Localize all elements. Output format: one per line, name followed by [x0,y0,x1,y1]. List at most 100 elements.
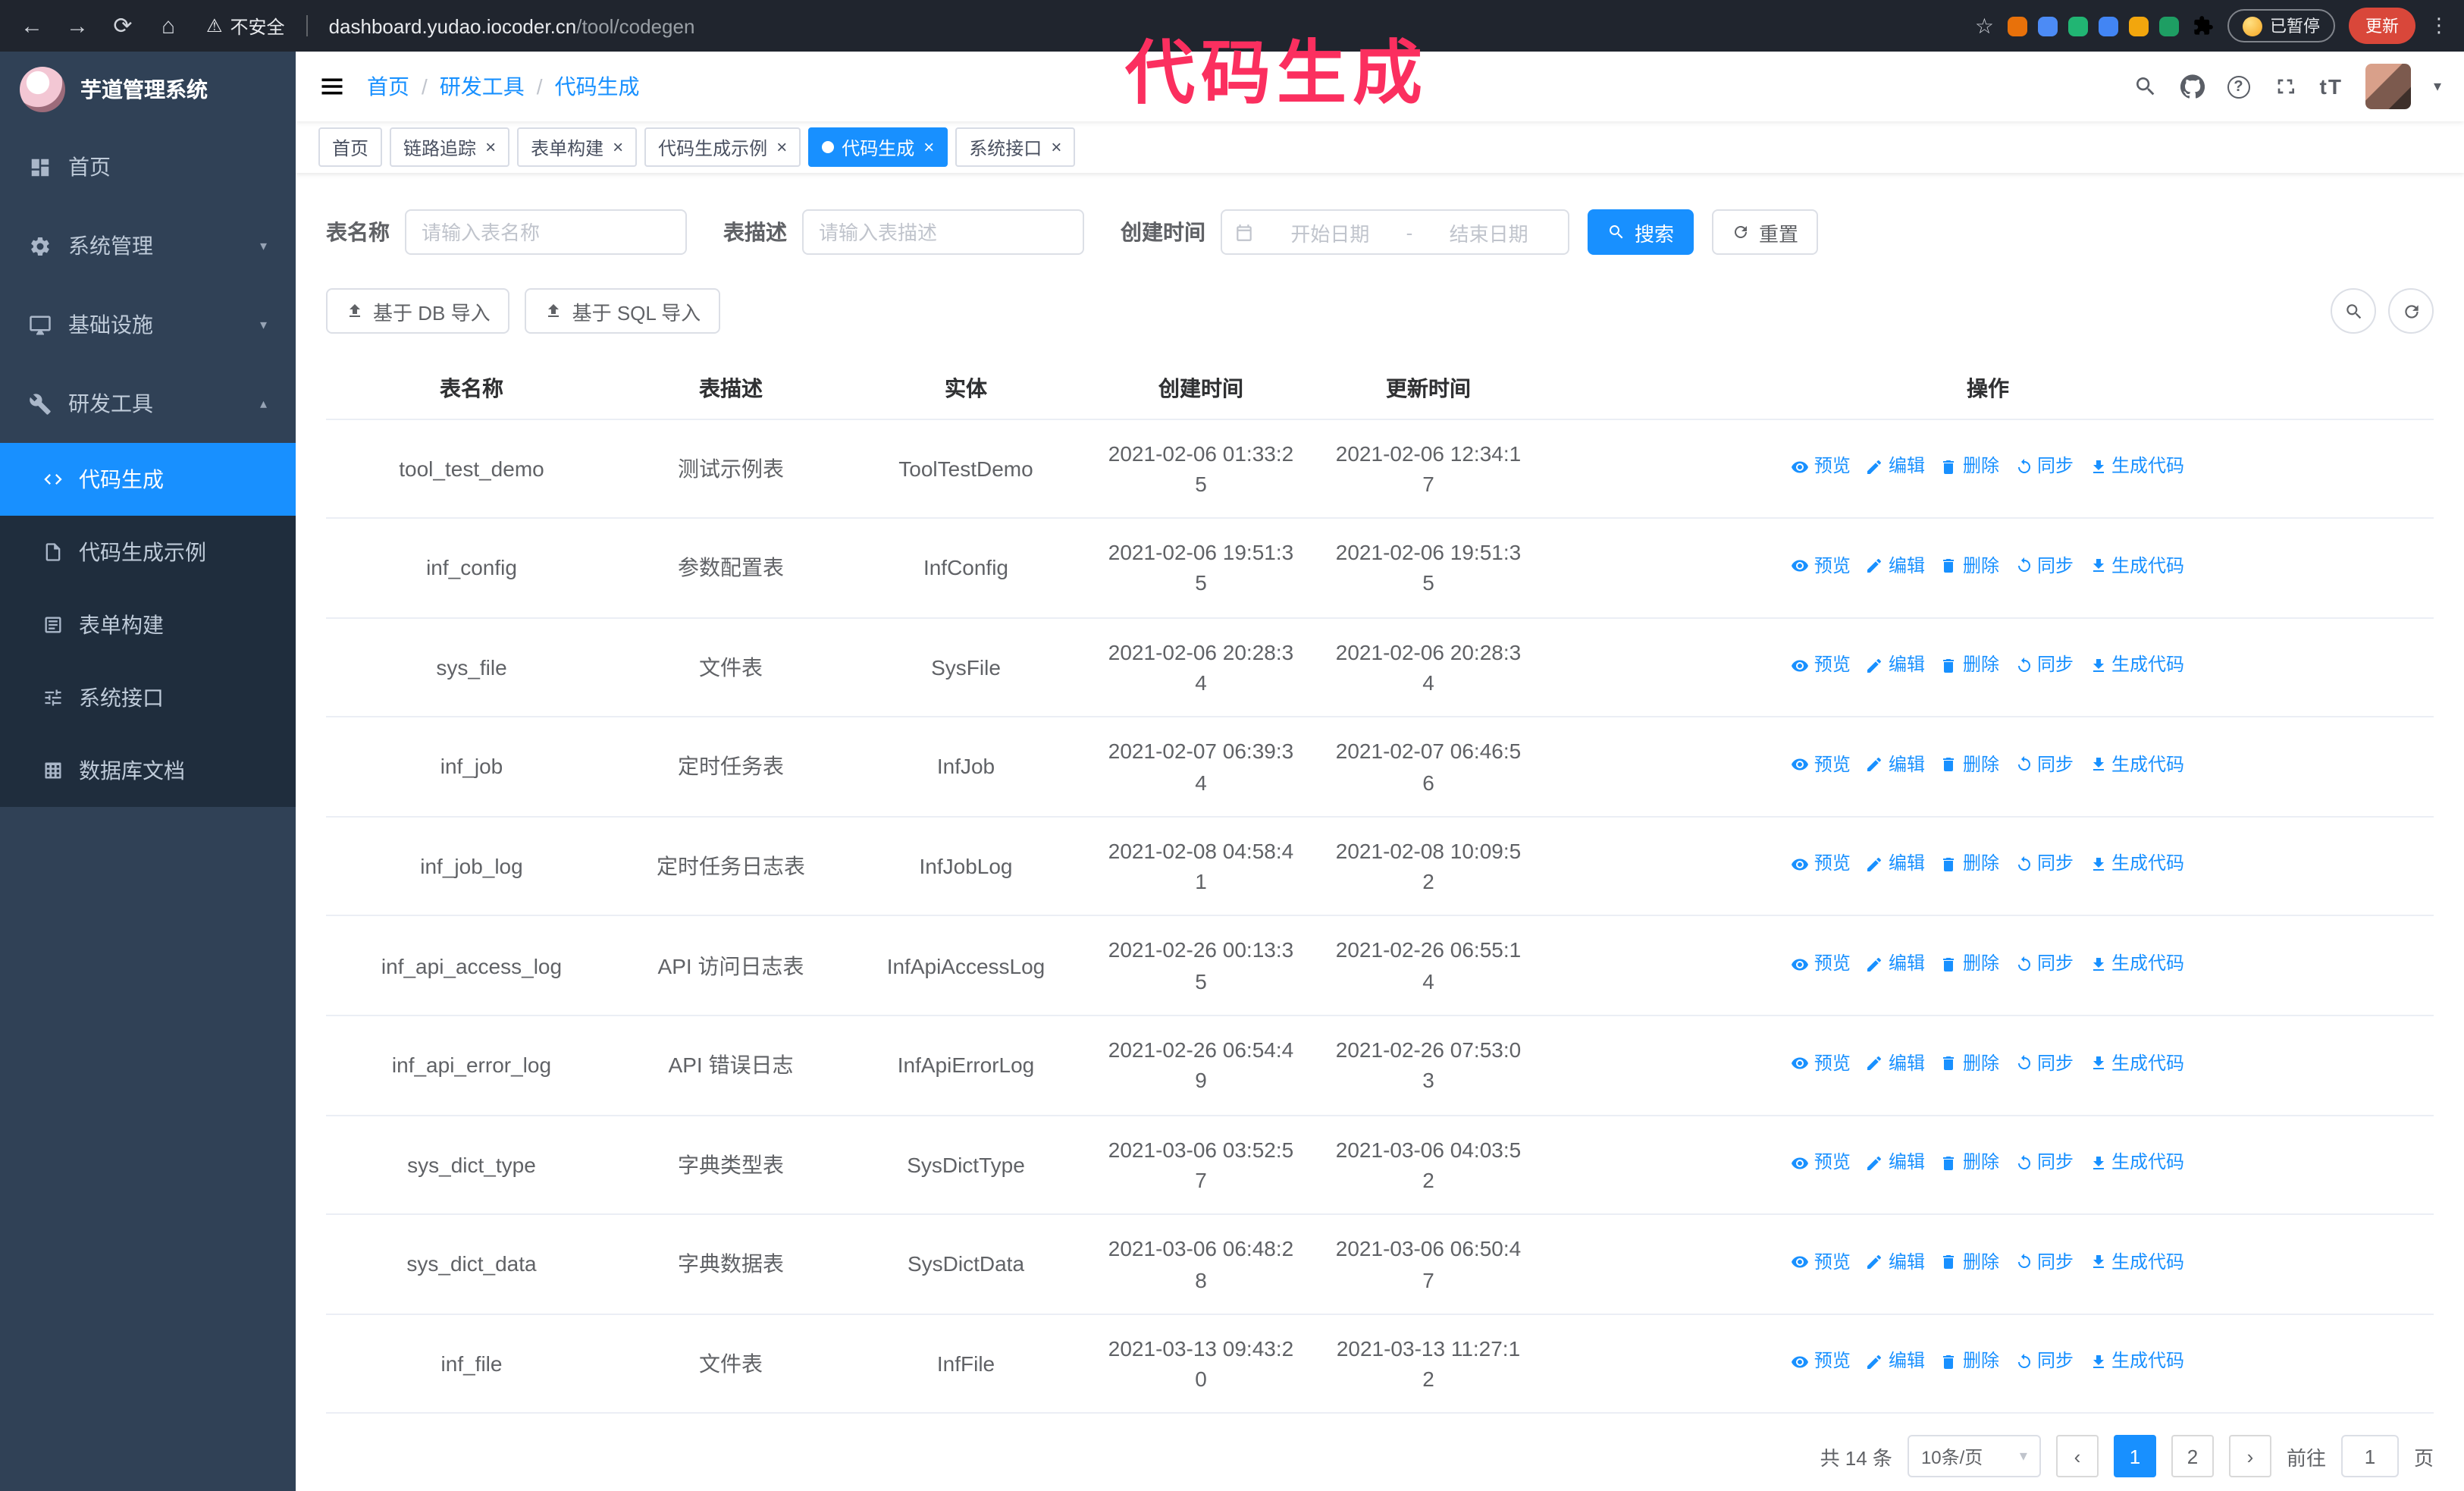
tag-系统接口[interactable]: 系统接口 × [955,127,1076,167]
extension-icon[interactable] [2008,16,2027,36]
action-delete-link[interactable]: 删除 [1940,454,1999,480]
action-edit-link[interactable]: 编辑 [1866,553,1925,579]
tag-代码生成示例[interactable]: 代码生成示例 × [644,127,801,167]
action-eye-link[interactable]: 预览 [1792,553,1851,579]
sidebar-toggle-icon[interactable] [318,73,346,100]
sidebar-item-home[interactable]: 首页 [0,127,296,206]
action-edit-link[interactable]: 编辑 [1866,1150,1925,1176]
sidebar-subitem-api[interactable]: 系统接口 [0,661,296,734]
action-download-link[interactable]: 生成代码 [2089,1349,2184,1376]
github-icon[interactable] [2180,74,2205,99]
sidebar-subitem-codegen[interactable]: 代码生成 [0,443,296,516]
home-icon[interactable]: ⌂ [152,9,185,42]
action-delete-link[interactable]: 删除 [1940,852,1999,878]
action-eye-link[interactable]: 预览 [1792,1249,1851,1276]
browser-menu-icon[interactable]: ⋮ [2429,14,2449,38]
sidebar-item-system[interactable]: 系统管理 ▾ [0,206,296,285]
font-size-icon[interactable]: tT [2320,74,2343,99]
action-delete-link[interactable]: 删除 [1940,1249,1999,1276]
close-icon[interactable]: × [1051,138,1061,156]
tag-首页[interactable]: 首页 [318,127,383,167]
close-icon[interactable]: × [485,138,496,156]
action-download-link[interactable]: 生成代码 [2089,1249,2184,1276]
forward-icon[interactable]: → [61,9,94,42]
action-eye-link[interactable]: 预览 [1792,951,1851,978]
sidebar-subitem-codegen-example[interactable]: 代码生成示例 [0,516,296,589]
page-size-select[interactable]: 10条/页 ▾ [1907,1435,2041,1478]
action-download-link[interactable]: 生成代码 [2089,553,2184,579]
action-delete-link[interactable]: 删除 [1940,951,1999,978]
browser-update-button[interactable]: 更新 [2349,8,2415,44]
tag-代码生成[interactable]: 代码生成 × [808,127,948,167]
action-download-link[interactable]: 生成代码 [2089,1050,2184,1077]
sidebar-subitem-form-builder[interactable]: 表单构建 [0,589,296,661]
prev-page-button[interactable]: ‹ [2055,1435,2099,1478]
close-icon[interactable]: × [613,138,623,156]
action-eye-link[interactable]: 预览 [1792,1349,1851,1376]
date-range-picker[interactable]: 开始日期 - 结束日期 [1221,209,1569,255]
user-avatar[interactable] [2365,64,2411,109]
security-chip[interactable]: ⚠ 不安全 [206,13,285,39]
action-eye-link[interactable]: 预览 [1792,752,1851,778]
sidebar-item-dev-tools[interactable]: 研发工具 ▴ [0,364,296,443]
action-edit-link[interactable]: 编辑 [1866,652,1925,679]
extension-icon[interactable] [2129,16,2149,36]
page-button-2[interactable]: 2 [2171,1435,2214,1478]
action-delete-link[interactable]: 删除 [1940,652,1999,679]
action-delete-link[interactable]: 删除 [1940,1150,1999,1176]
close-icon[interactable]: × [776,138,787,156]
action-edit-link[interactable]: 编辑 [1866,454,1925,480]
sidebar-item-infra[interactable]: 基础设施 ▾ [0,285,296,364]
extension-icon[interactable] [2099,16,2118,36]
action-download-link[interactable]: 生成代码 [2089,852,2184,878]
toggle-search-button[interactable] [2331,288,2376,334]
action-eye-link[interactable]: 预览 [1792,454,1851,480]
action-download-link[interactable]: 生成代码 [2089,652,2184,679]
refresh-table-button[interactable] [2388,288,2434,334]
action-eye-link[interactable]: 预览 [1792,1050,1851,1077]
tag-链路追踪[interactable]: 链路追踪 × [390,127,510,167]
action-sync-link[interactable]: 同步 [2014,454,2074,480]
page-button-1[interactable]: 1 [2113,1435,2156,1478]
bookmark-star-icon[interactable]: ☆ [1975,13,1994,39]
action-sync-link[interactable]: 同步 [2014,1249,2074,1276]
extension-icon[interactable] [2068,16,2088,36]
back-icon[interactable]: ← [15,9,49,42]
action-edit-link[interactable]: 编辑 [1866,951,1925,978]
goto-page-input[interactable] [2340,1435,2399,1478]
action-sync-link[interactable]: 同步 [2014,852,2074,878]
action-download-link[interactable]: 生成代码 [2089,454,2184,480]
import-sql-button[interactable]: 基于 SQL 导入 [525,288,721,334]
action-sync-link[interactable]: 同步 [2014,1150,2074,1176]
action-delete-link[interactable]: 删除 [1940,553,1999,579]
action-eye-link[interactable]: 预览 [1792,652,1851,679]
action-download-link[interactable]: 生成代码 [2089,752,2184,778]
header-search-icon[interactable] [2133,74,2158,99]
address-bar[interactable]: dashboard.yudao.iocoder.cn/tool/codegen [329,14,695,37]
next-page-button[interactable]: › [2228,1435,2271,1478]
action-download-link[interactable]: 生成代码 [2089,951,2184,978]
extensions-puzzle-icon[interactable] [2193,15,2214,36]
action-sync-link[interactable]: 同步 [2014,652,2074,679]
extension-icon[interactable] [2159,16,2179,36]
action-eye-link[interactable]: 预览 [1792,1150,1851,1176]
help-icon[interactable]: ? [2227,75,2250,98]
app-logo[interactable]: 芋道管理系统 [0,52,296,127]
reload-icon[interactable]: ⟳ [106,9,140,42]
sidebar-subitem-db-doc[interactable]: 数据库文档 [0,734,296,807]
action-download-link[interactable]: 生成代码 [2089,1150,2184,1176]
action-delete-link[interactable]: 删除 [1940,1050,1999,1077]
search-button[interactable]: 搜索 [1588,209,1694,255]
action-sync-link[interactable]: 同步 [2014,1349,2074,1376]
action-delete-link[interactable]: 删除 [1940,1349,1999,1376]
action-edit-link[interactable]: 编辑 [1866,1249,1925,1276]
action-edit-link[interactable]: 编辑 [1866,852,1925,878]
action-sync-link[interactable]: 同步 [2014,752,2074,778]
extension-icon[interactable] [2038,16,2058,36]
breadcrumb-home[interactable]: 首页 [367,71,409,102]
action-delete-link[interactable]: 删除 [1940,752,1999,778]
table-name-input[interactable] [405,209,687,255]
action-eye-link[interactable]: 预览 [1792,852,1851,878]
action-edit-link[interactable]: 编辑 [1866,1349,1925,1376]
action-edit-link[interactable]: 编辑 [1866,752,1925,778]
